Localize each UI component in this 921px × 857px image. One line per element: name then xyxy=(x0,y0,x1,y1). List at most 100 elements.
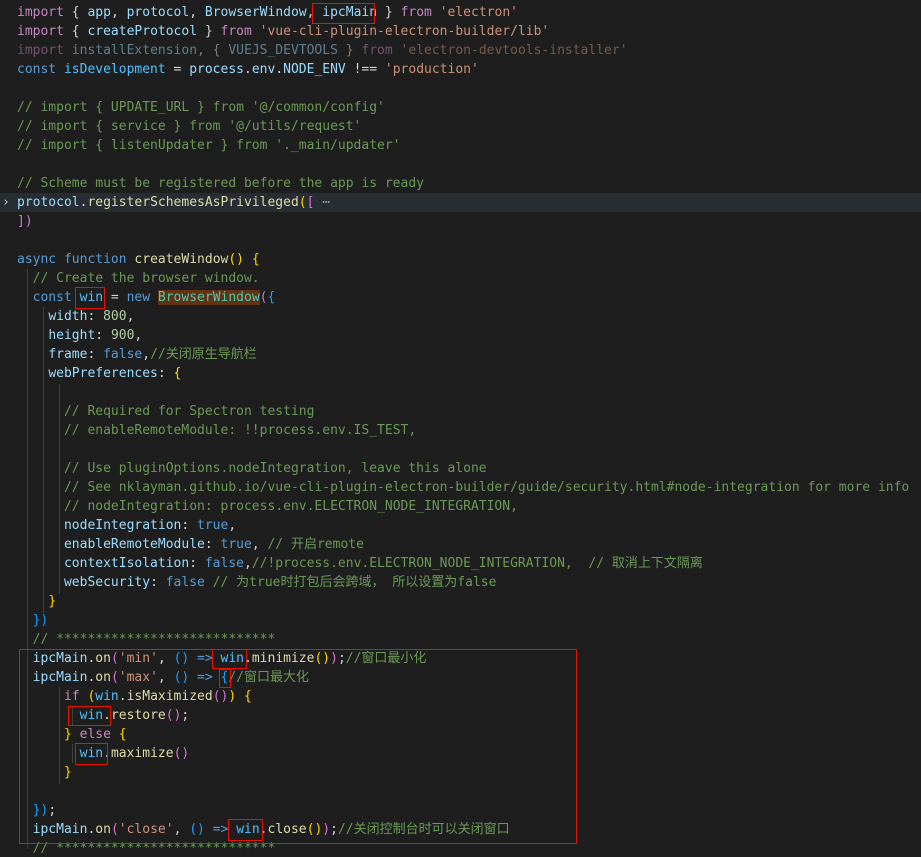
code-text: nodeIntegration: true, xyxy=(17,516,236,535)
code-line[interactable]: // Scheme must be registered before the … xyxy=(0,174,921,193)
code-line[interactable]: // **************************** xyxy=(0,630,921,649)
code-line[interactable]: webPreferences: { xyxy=(0,364,921,383)
token-punctuation xyxy=(17,499,64,514)
code-line[interactable] xyxy=(0,155,921,174)
code-line[interactable]: const win = new BrowserWindow({ xyxy=(0,288,921,307)
token-function-name: registerSchemesAsPrivileged xyxy=(87,195,299,210)
token-punctuation xyxy=(64,43,72,58)
code-line[interactable] xyxy=(0,440,921,459)
code-line[interactable]: // Use pluginOptions.nodeIntegration, le… xyxy=(0,459,921,478)
code-line[interactable]: webSecurity: false // 为true时打包后会跨域， 所以设置… xyxy=(0,573,921,592)
code-line[interactable] xyxy=(0,79,921,98)
token-control-keyword: from xyxy=(361,43,393,58)
token-identifier: env xyxy=(251,62,276,77)
token-comment: // import { service } from '@/utils/requ… xyxy=(17,119,362,134)
token-punctuation: , xyxy=(251,537,268,552)
code-editor[interactable]: import { app, protocol, BrowserWindow, i… xyxy=(0,0,921,857)
annotation-box-win-minimize xyxy=(212,649,247,669)
code-line[interactable]: frame: false,//关闭原生导航栏 xyxy=(0,345,921,364)
code-text: // import { service } from '@/utils/requ… xyxy=(17,117,361,136)
token-comment: // import { listenUpdater } from '._main… xyxy=(17,138,401,153)
token-control-keyword: import xyxy=(17,5,64,20)
code-line[interactable]: height: 900, xyxy=(0,326,921,345)
token-keyword: false xyxy=(204,556,244,571)
code-line[interactable]: async function createWindow() { xyxy=(0,250,921,269)
code-line[interactable]: import { app, protocol, BrowserWindow, i… xyxy=(0,3,921,22)
code-line[interactable]: // nodeIntegration: process.env.ELECTRON… xyxy=(0,497,921,516)
token-punctuation xyxy=(17,461,64,476)
code-line[interactable]: width: 800, xyxy=(0,307,921,326)
token-identifier: VUEJS_DEVTOOLS xyxy=(228,43,338,58)
token-identifier: BrowserWindow xyxy=(204,5,307,20)
code-line[interactable]: // See nklayman.github.io/vue-cli-plugin… xyxy=(0,478,921,497)
code-line[interactable]: const isDevelopment = process.env.NODE_E… xyxy=(0,60,921,79)
code-line[interactable]: // import { listenUpdater } from '._main… xyxy=(0,136,921,155)
chevron-right-icon[interactable]: › xyxy=(2,193,14,212)
code-line[interactable] xyxy=(0,383,921,402)
token-control-keyword: import xyxy=(17,43,64,58)
annotation-box-win-restore xyxy=(68,706,111,726)
token-identifier: nodeIntegration xyxy=(63,518,182,533)
annotation-box-win-close xyxy=(228,819,263,841)
code-line[interactable]: ]) xyxy=(0,212,921,231)
token-bracket: }) xyxy=(32,613,49,628)
token-punctuation xyxy=(17,537,64,552)
token-punctuation xyxy=(17,613,33,628)
token-identifier: height xyxy=(48,328,96,343)
code-text: ]) xyxy=(17,212,33,231)
token-punctuation: , xyxy=(126,309,135,324)
token-identifier: installExtension xyxy=(71,43,198,58)
token-punctuation: } xyxy=(337,43,362,58)
code-line[interactable]: }) xyxy=(0,611,921,630)
token-identifier: enableRemoteModule xyxy=(63,537,205,552)
code-text: // nodeIntegration: process.env.ELECTRON… xyxy=(17,497,518,516)
code-line[interactable]: // import { service } from '@/utils/requ… xyxy=(0,117,921,136)
token-punctuation xyxy=(17,556,64,571)
token-punctuation: } xyxy=(377,5,401,20)
token-bracket: ( xyxy=(298,195,307,210)
code-line[interactable]: // import { UPDATE_URL } from '@/common/… xyxy=(0,98,921,117)
code-text: const isDevelopment = process.env.NODE_E… xyxy=(17,60,479,79)
code-text: height: 900, xyxy=(17,326,142,345)
token-punctuation: : xyxy=(87,309,104,324)
token-string-literal: 'electron-devtools-installer' xyxy=(400,43,628,58)
token-identifier: createProtocol xyxy=(87,24,198,39)
token-keyword: false xyxy=(103,347,143,362)
token-bracket: { xyxy=(251,252,260,267)
token-keyword: true xyxy=(197,518,229,533)
indent-guide xyxy=(59,384,60,594)
code-text: webPreferences: { xyxy=(17,364,181,383)
code-line[interactable]: nodeIntegration: true, xyxy=(0,516,921,535)
code-line[interactable]: › protocol.registerSchemesAsPrivileged([ … xyxy=(0,193,921,212)
annotation-box-ipcmain-import xyxy=(312,3,375,24)
token-punctuation: !== xyxy=(345,62,385,77)
token-punctuation xyxy=(17,290,33,305)
token-punctuation: , xyxy=(142,347,151,362)
code-line[interactable]: import installExtension, { VUEJS_DEVTOOL… xyxy=(0,41,921,60)
code-text: async function createWindow() { xyxy=(17,250,260,269)
code-line[interactable]: contextIsolation: false,//!process.env.E… xyxy=(0,554,921,573)
token-comment: //!process.env.ELECTRON_NODE_INTEGRATION… xyxy=(251,556,703,571)
code-text: // enableRemoteModule: !!process.env.IS_… xyxy=(17,421,416,440)
token-punctuation: , xyxy=(244,556,252,571)
token-punctuation: : xyxy=(181,518,198,533)
code-text: import installExtension, { VUEJS_DEVTOOL… xyxy=(17,41,628,60)
token-keyword: const xyxy=(32,290,72,305)
code-line[interactable]: // enableRemoteModule: !!process.env.IS_… xyxy=(0,421,921,440)
token-bracket: } xyxy=(48,594,57,609)
code-line[interactable]: import { createProtocol } from 'vue-cli-… xyxy=(0,22,921,41)
code-line[interactable]: } xyxy=(0,592,921,611)
code-line[interactable] xyxy=(0,231,921,250)
code-line[interactable]: // Create the browser window. xyxy=(0,269,921,288)
token-string-literal: 'electron' xyxy=(439,5,518,20)
code-line[interactable]: enableRemoteModule: true, // 开启remote xyxy=(0,535,921,554)
code-text: // See nklayman.github.io/vue-cli-plugin… xyxy=(17,478,909,497)
token-punctuation xyxy=(393,43,401,58)
token-punctuation xyxy=(17,575,64,590)
code-line[interactable]: // Required for Spectron testing xyxy=(0,402,921,421)
code-text: // Create the browser window. xyxy=(17,269,260,288)
token-punctuation: , xyxy=(110,5,127,20)
token-punctuation xyxy=(244,252,252,267)
token-punctuation xyxy=(432,5,440,20)
code-text: protocol.registerSchemesAsPrivileged([ ⋯ xyxy=(17,193,330,212)
